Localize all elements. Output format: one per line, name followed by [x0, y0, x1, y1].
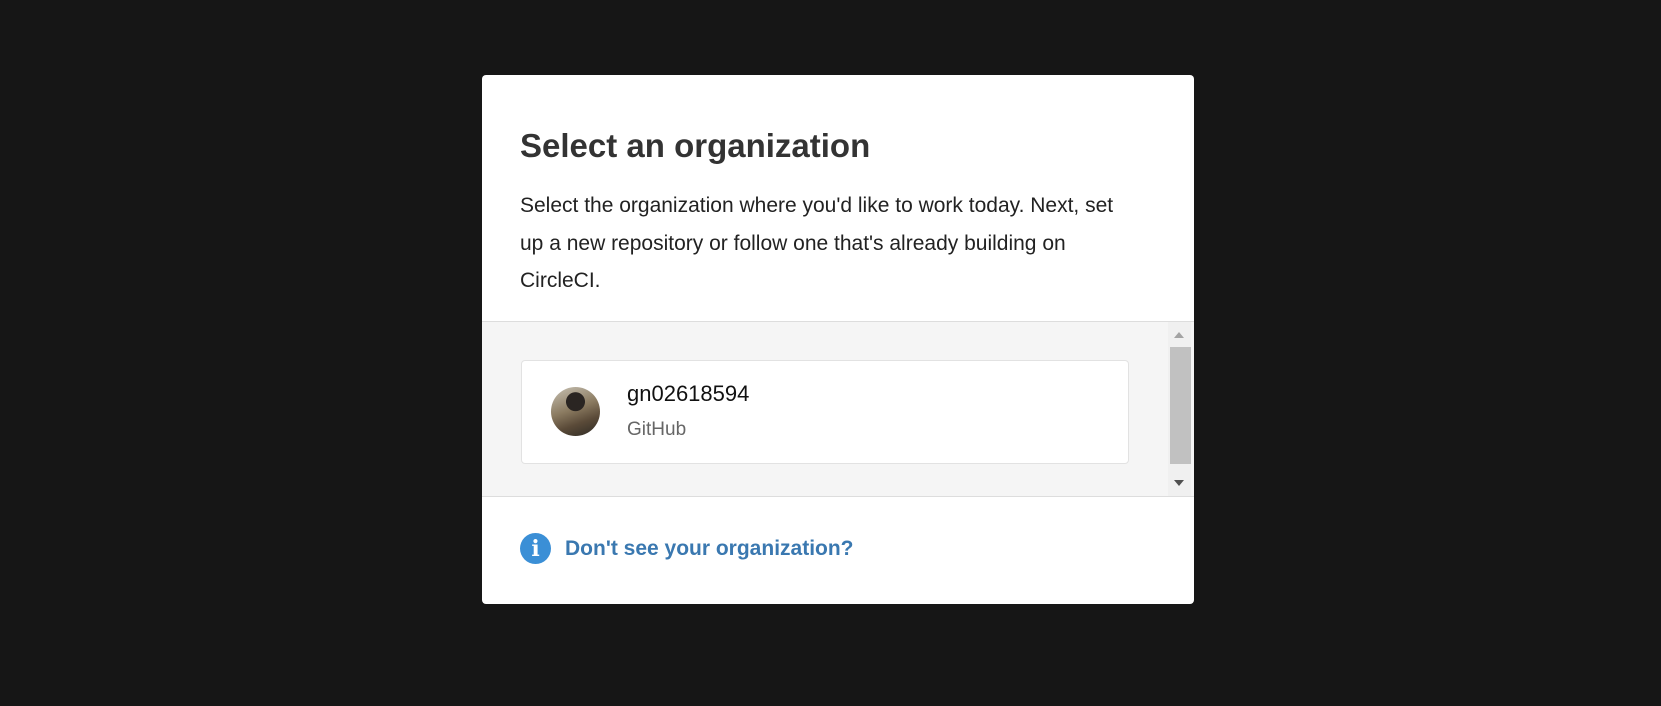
scroll-up-icon[interactable]	[1174, 332, 1184, 338]
scrollbar[interactable]	[1168, 322, 1191, 496]
modal-title: Select an organization	[520, 127, 871, 164]
help-footer: i Don't see your organization?	[520, 533, 854, 564]
modal-description: Select the organization where you'd like…	[520, 194, 1114, 292]
organization-card[interactable]: gn02618594 GitHub	[521, 360, 1129, 464]
scrollbar-thumb[interactable]	[1170, 347, 1191, 464]
select-organization-modal: Select an organization Select the organi…	[482, 75, 1194, 604]
dont-see-organization-link[interactable]: Don't see your organization?	[565, 537, 854, 561]
info-icon: i	[520, 533, 551, 564]
organization-name: gn02618594	[627, 381, 750, 406]
scroll-down-icon[interactable]	[1174, 480, 1184, 486]
organization-provider: GitHub	[627, 419, 687, 440]
avatar	[551, 387, 600, 436]
organization-list: gn02618594 GitHub	[482, 321, 1194, 497]
